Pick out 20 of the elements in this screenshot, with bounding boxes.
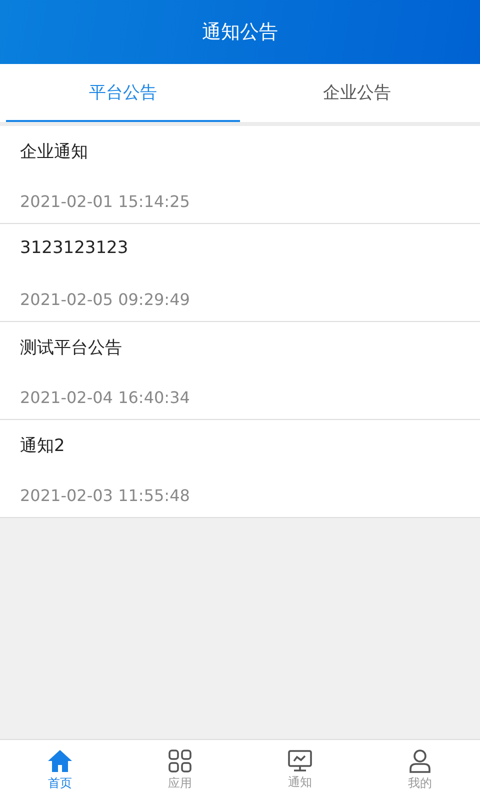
notice-title: 3123123123 xyxy=(20,238,130,258)
tab[interactable]: 平台公告 xyxy=(6,64,240,122)
notice-item[interactable]: 测试平台公告 2021-02-04 16:40:34 xyxy=(0,322,480,420)
tab[interactable]: 企业公告 xyxy=(240,64,474,122)
nav-item[interactable]: 首页 xyxy=(0,740,120,800)
notice-time: 2021-02-04 16:40:34 xyxy=(20,388,191,407)
notice-item[interactable]: 通知2 2021-02-03 11:55:48 xyxy=(0,420,480,518)
notice-item[interactable]: 3123123123 2021-02-05 09:29:49 xyxy=(0,224,480,322)
grid-icon xyxy=(168,748,192,772)
notice-title: 通知2 xyxy=(20,435,66,457)
user-icon xyxy=(409,748,431,772)
notice-time: 2021-02-03 11:55:48 xyxy=(20,486,191,505)
notice-title: 企业通知 xyxy=(20,141,89,163)
notice-title: 测试平台公告 xyxy=(20,337,123,359)
notice-item[interactable]: 企业通知 2021-02-01 15:14:25 xyxy=(0,126,480,224)
home-icon xyxy=(47,748,73,772)
notice-time: 2021-02-05 09:29:49 xyxy=(20,290,191,309)
notice-time: 2021-02-01 15:14:25 xyxy=(20,192,191,211)
monitor-icon xyxy=(288,750,312,772)
page-title: 通知公告 xyxy=(202,20,278,45)
